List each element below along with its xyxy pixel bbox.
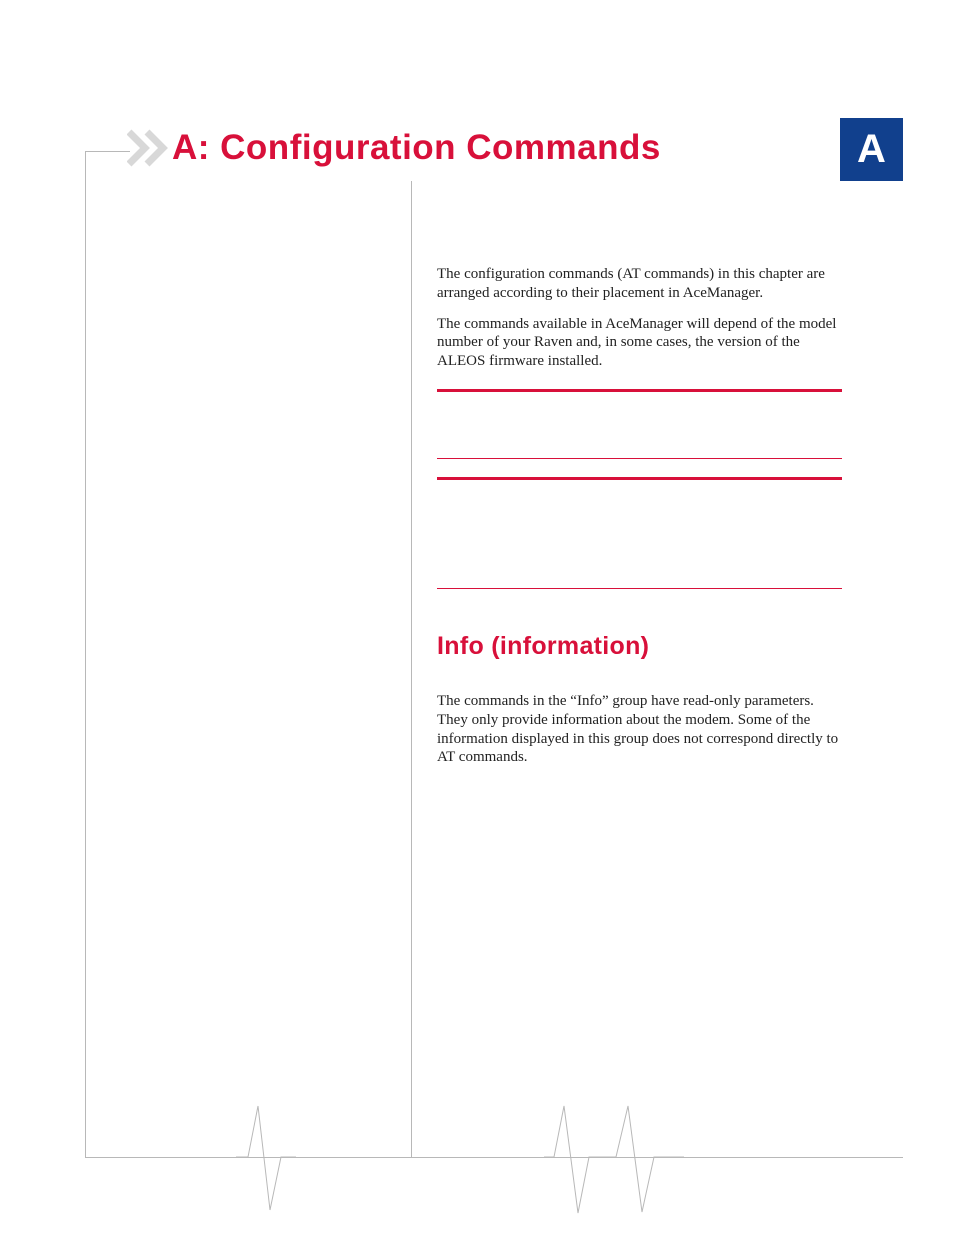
section-rule-thin-2 [437, 588, 842, 589]
chapter-title: A: Configuration Commands [172, 128, 661, 168]
rule-gap [437, 459, 842, 477]
divider-bottom [85, 1157, 903, 1158]
appendix-badge: A [840, 118, 903, 181]
rule-gap [437, 480, 842, 588]
intro-paragraph-1: The configuration commands (AT commands)… [437, 265, 842, 303]
page: A: Configuration Commands A The configur… [0, 0, 954, 1235]
divider-top-left [85, 151, 130, 152]
rule-gap [437, 392, 842, 458]
divider-left-vertical [85, 151, 86, 1157]
section-paragraph-1: The commands in the “Info” group have re… [437, 692, 842, 767]
heartbeat-decoration-icon [236, 1098, 296, 1218]
section-heading: Info (information) [437, 631, 842, 662]
chevrons-icon [127, 128, 171, 168]
main-content: The configuration commands (AT commands)… [437, 265, 842, 779]
heartbeat-decoration-icon [544, 1098, 684, 1218]
divider-mid-vertical [411, 181, 412, 1157]
intro-paragraph-2: The commands available in AceManager wil… [437, 315, 842, 371]
